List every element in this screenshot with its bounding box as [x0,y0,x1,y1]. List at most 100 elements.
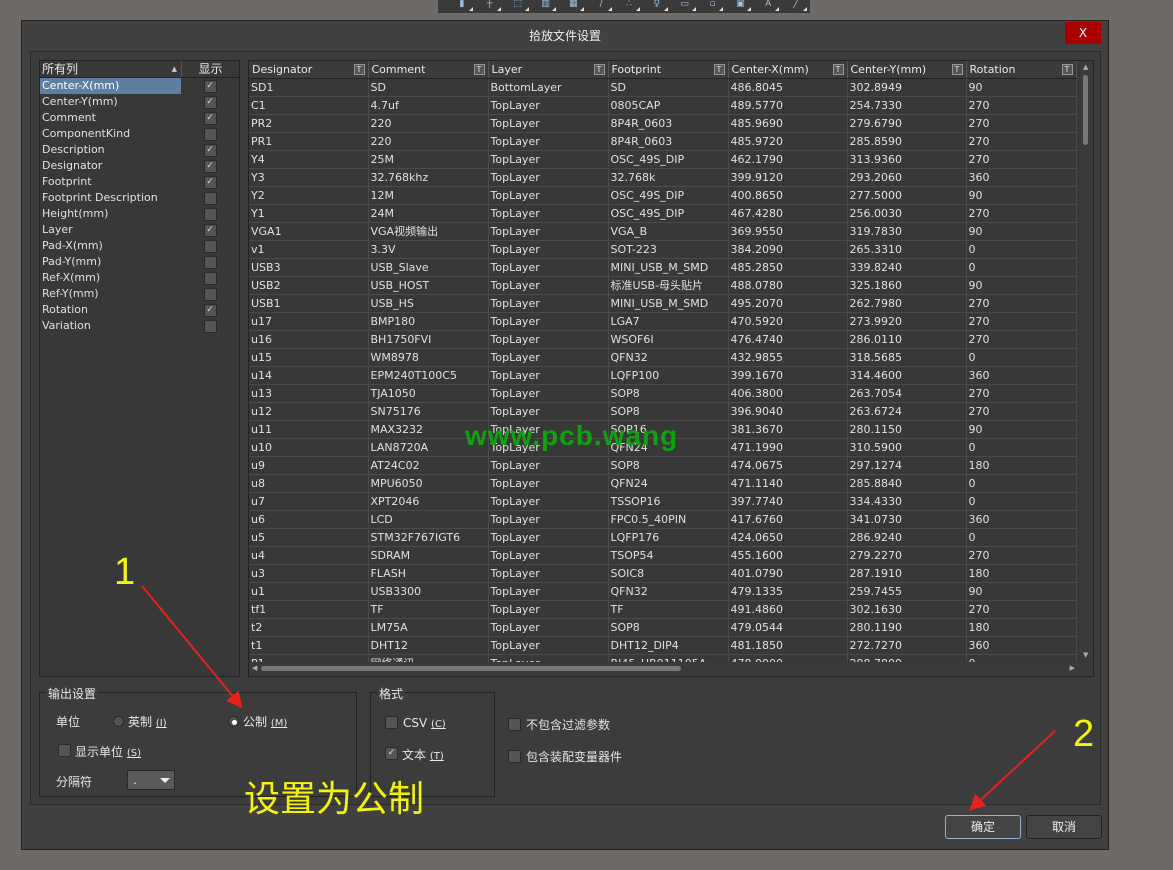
pin-icon[interactable]: ▮ [448,0,476,13]
column-header[interactable]: Layer T [488,61,609,79]
scroll-left-icon[interactable]: ◀ [252,664,257,672]
table-row[interactable]: u16 BH1750FVI TopLayer WSOF6I 476.4740 286.01… [249,330,1077,349]
exclude-filter-label[interactable]: 不包含过滤参数 [526,716,610,733]
table-row[interactable]: u12 SN75176 TopLayer SOP8 396.9040 263.6724 27… [249,402,1077,421]
table-row[interactable]: u9 AT24C02 TopLayer SOP8 474.0675 297.1274 180 [249,456,1077,475]
filter-icon[interactable]: T [593,64,605,75]
column-show-checkbox[interactable] [203,255,217,269]
scroll-right-icon[interactable]: ▶ [1070,664,1075,672]
metric-radio-dot[interactable] [228,716,239,727]
column-show-checkbox[interactable] [203,287,217,301]
table-row[interactable]: USB2 USB_HOST TopLayer 标准USB-母头贴片 488.0780 32… [249,276,1077,295]
table-row[interactable]: PR1 220 TopLayer 8P4R_0603 485.9720 285.8590 2… [249,132,1077,151]
table-row[interactable]: VGA1 VGA视频输出 TopLayer VGA_B 369.9550 319.7830… [249,222,1077,241]
table-row[interactable]: PR2 220 TopLayer 8P4R_0603 485.9690 279.6790 2… [249,114,1077,133]
csv-label[interactable]: CSV (C) [403,716,446,730]
show-units-label[interactable]: 显示单位 (S) [75,743,141,760]
horizontal-scroll-thumb[interactable] [261,666,681,671]
table-row[interactable]: C1 4.7uf TopLayer 0805CAP 489.5770 254.7330 27… [249,96,1077,115]
column-show-checkbox[interactable] [203,191,217,205]
column-show-checkbox[interactable] [203,127,217,141]
table-row[interactable]: u3 FLASH TopLayer SOIC8 401.0790 287.1910 180 [249,564,1077,583]
power-port-icon[interactable]: ♀ [643,0,671,13]
column-show-checkbox[interactable]: ✓ [203,79,217,93]
metric-label[interactable]: 公制 (M) [243,713,287,730]
imperial-radio-dot[interactable] [113,716,124,727]
column-show-checkbox[interactable] [203,319,217,333]
cancel-button[interactable]: 取消 [1026,815,1102,839]
filter-icon[interactable]: T [1061,64,1073,75]
column-show-checkbox[interactable]: ✓ [203,111,217,125]
exclude-filter-checkbox[interactable] [508,718,521,731]
table-row[interactable]: v1 3.3V TopLayer SOT-223 384.2090 265.3310 0 [249,240,1077,259]
column-header[interactable]: Center-Y(mm) T [847,61,967,79]
column-list-item[interactable]: Pad-Y(mm) [40,254,239,270]
column-list-item[interactable]: Comment ✓ [40,110,239,126]
table-row[interactable]: u7 XPT2046 TopLayer TSSOP16 397.7740 334.4330… [249,492,1077,511]
table-row[interactable]: Y4 25M TopLayer OSC_49S_DIP 462.1790 313.9360… [249,150,1077,169]
table-row[interactable]: u15 WM8978 TopLayer QFN32 432.9855 318.5685 0 [249,348,1077,367]
bus-icon[interactable]: ▥ [532,0,560,13]
scroll-down-icon[interactable]: ▼ [1083,651,1088,659]
horizontal-scrollbar[interactable]: ◀ ▶ [249,662,1093,676]
separator-select[interactable]: . [127,770,175,790]
column-show-checkbox[interactable]: ✓ [203,223,217,237]
table-row[interactable]: t1 DHT12 TopLayer DHT12_DIP4 481.1850 272.727… [249,636,1077,655]
table-row[interactable]: USB1 USB_HS TopLayer MINI_USB_M_SMD 495.2070… [249,294,1077,313]
filter-icon[interactable]: T [713,64,725,75]
show-header[interactable]: 显示 [181,61,239,77]
column-list-item[interactable]: Center-Y(mm) ✓ [40,94,239,110]
column-list-item[interactable]: ComponentKind [40,126,239,142]
column-show-checkbox[interactable]: ✓ [203,175,217,189]
table-row[interactable]: Y3 32.768khz TopLayer 32.768k 399.9120 293.20… [249,168,1077,187]
component-icon[interactable]: ▦ [559,0,587,13]
all-columns-header[interactable]: 所有列 ▲ [40,61,181,77]
column-list-item[interactable]: Center-X(mm) ✓ [40,78,239,94]
column-show-checkbox[interactable] [203,207,217,221]
csv-checkbox[interactable] [385,716,398,729]
table-row[interactable]: tf1 TF TopLayer TF 491.4860 302.1630 270 [249,600,1077,619]
include-variant-label[interactable]: 包含装配变量器件 [526,748,622,765]
column-show-checkbox[interactable]: ✓ [203,303,217,317]
table-row[interactable]: u6 LCD TopLayer FPC0.5_40PIN 417.6760 341.073… [249,510,1077,529]
column-show-checkbox[interactable]: ✓ [203,95,217,109]
select-rect-icon[interactable]: ⬚ [504,0,532,13]
column-list-item[interactable]: Height(mm) [40,206,239,222]
include-variant-checkbox[interactable] [508,750,521,763]
column-header[interactable]: Center-X(mm) T [728,61,848,79]
device-sheet-icon[interactable]: ▣ [726,0,754,13]
column-show-checkbox[interactable] [203,271,217,285]
net-icon[interactable]: ∕ [587,0,615,13]
table-row[interactable]: u5 STM32F767IGT6 TopLayer LQFP176 424.0650 28… [249,528,1077,547]
ok-button[interactable]: 确定 [945,815,1021,839]
column-list-item[interactable]: Rotation ✓ [40,302,239,318]
table-row[interactable]: SD1 SD BottomLayer SD 486.8045 302.8949 90 [249,78,1077,97]
table-row[interactable]: Y2 12M TopLayer OSC_49S_DIP 400.8650 277.5000… [249,186,1077,205]
table-row[interactable]: u1 USB3300 TopLayer QFN32 479.1335 259.7455 90 [249,582,1077,601]
sheet-icon[interactable]: ▭ [671,0,699,13]
text-icon[interactable]: A [754,0,782,13]
filter-icon[interactable]: T [353,64,365,75]
close-button[interactable]: X [1065,22,1101,44]
port-icon[interactable]: ▫ [699,0,727,13]
show-units-checkbox[interactable] [58,744,71,757]
filter-icon[interactable]: T [832,64,844,75]
vertical-scroll-thumb[interactable] [1083,75,1088,145]
column-list-item[interactable]: Layer ✓ [40,222,239,238]
line-icon[interactable]: ╱ [782,0,810,13]
column-list-item[interactable]: Footprint Description [40,190,239,206]
filter-icon[interactable]: T [951,64,963,75]
column-list-item[interactable]: Variation [40,318,239,334]
column-show-checkbox[interactable] [203,239,217,253]
table-row[interactable]: Y1 24M TopLayer OSC_49S_DIP 467.4280 256.0030… [249,204,1077,223]
column-header[interactable]: Designator T [249,61,369,79]
column-show-checkbox[interactable]: ✓ [203,159,217,173]
text-label[interactable]: 文本 (T) [402,746,444,763]
column-list-item[interactable]: Pad-X(mm) [40,238,239,254]
table-row[interactable]: u13 TJA1050 TopLayer SOP8 406.3800 263.7054 27… [249,384,1077,403]
wire-icon[interactable]: ┼ [476,0,504,13]
filter-icon[interactable]: T [473,64,485,75]
text-checkbox[interactable]: ✓ [385,747,398,760]
column-list-item[interactable]: Ref-X(mm) [40,270,239,286]
table-row[interactable]: USB3 USB_Slave TopLayer MINI_USB_M_SMD 485.2… [249,258,1077,277]
